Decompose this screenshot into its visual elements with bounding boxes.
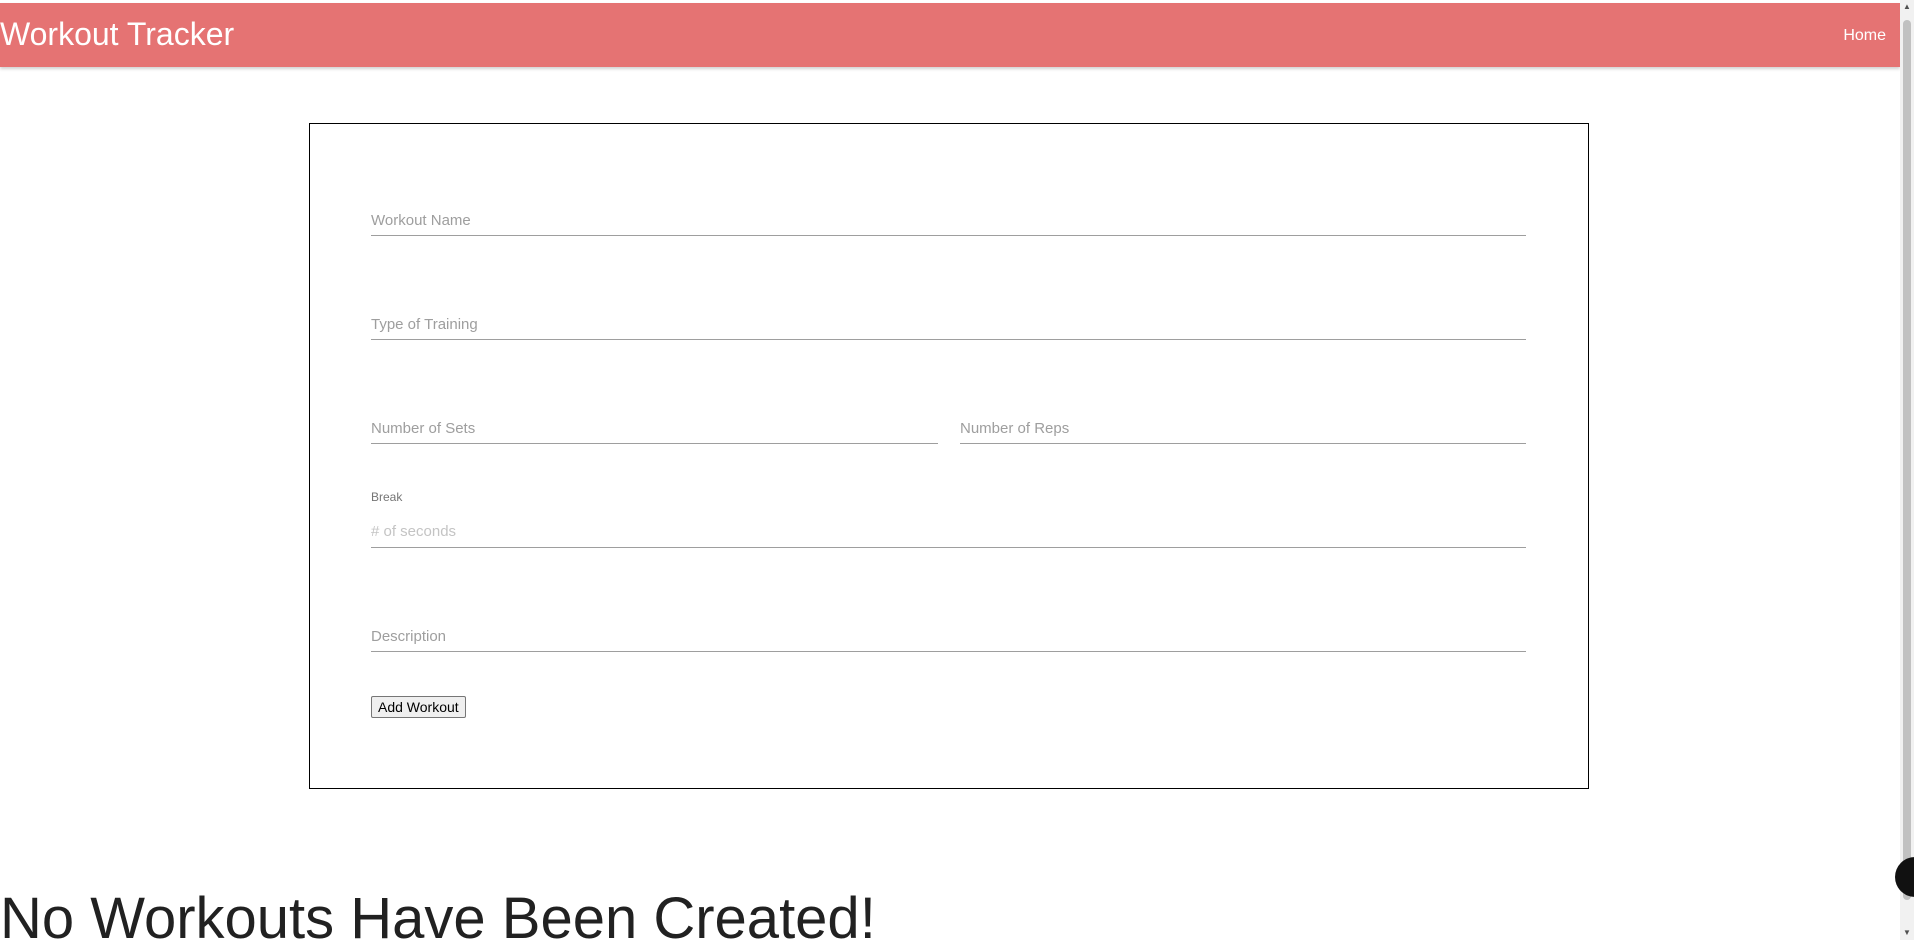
scroll-thumb[interactable] (1903, 20, 1911, 900)
description-input[interactable] (371, 620, 1526, 650)
reps-underline (960, 443, 1526, 444)
workout-name-input[interactable] (371, 204, 1526, 234)
description-field: Description (371, 610, 1526, 652)
scroll-up-arrow-icon[interactable]: ▲ (1900, 0, 1914, 14)
navbar: Workout Tracker Home (0, 3, 1900, 67)
add-workout-form: Workout Name Type of Training Number of … (309, 123, 1589, 789)
page-scrollbar[interactable]: ▲ ▼ (1900, 0, 1914, 940)
break-underline (371, 547, 1526, 548)
reps-input[interactable] (960, 412, 1526, 442)
workout-name-field: Workout Name (371, 194, 1526, 236)
training-type-field: Type of Training (371, 298, 1526, 340)
empty-state-heading: No Workouts Have Been Created! (0, 886, 876, 940)
description-underline (371, 651, 1526, 652)
workout-name-underline (371, 235, 1526, 236)
app-brand[interactable]: Workout Tracker (0, 16, 234, 52)
reps-field: Number of Reps (960, 402, 1526, 444)
add-workout-button[interactable]: Add Workout (371, 696, 466, 718)
floating-action-button[interactable] (1895, 857, 1914, 897)
break-field: Break (371, 490, 1526, 548)
sets-field: Number of Sets (371, 402, 938, 444)
sets-underline (371, 443, 938, 444)
break-input[interactable] (371, 516, 1526, 546)
sets-input[interactable] (371, 412, 938, 442)
break-label: Break (371, 490, 403, 504)
scroll-down-arrow-icon[interactable]: ▼ (1900, 926, 1914, 940)
training-type-underline (371, 339, 1526, 340)
training-type-input[interactable] (371, 308, 1526, 338)
nav-home-link[interactable]: Home (1843, 27, 1886, 45)
